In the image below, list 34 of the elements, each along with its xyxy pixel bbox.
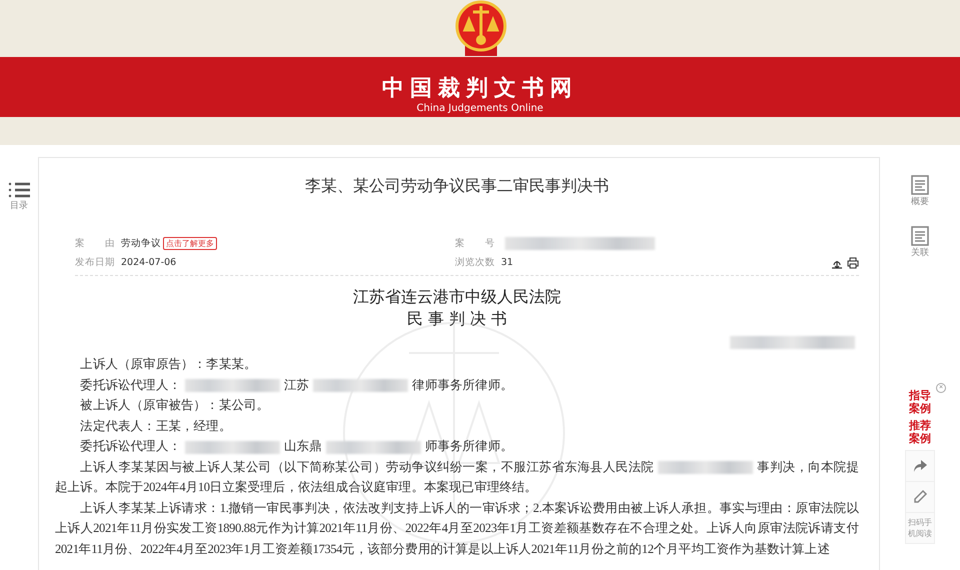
document-title: 李某、某公司劳动争议民事二审民事判决书 (304, 176, 610, 197)
side-tool-link[interactable]: 关联 (911, 226, 929, 259)
court-name: 江苏省连云港市中级人民法院 (352, 286, 562, 308)
print-icon[interactable] (847, 256, 859, 268)
meta-label: 案 号 (455, 237, 495, 250)
toc-label[interactable]: 目录 (10, 199, 28, 212)
meta-label: 发布日期 (75, 256, 115, 269)
document-icon (911, 175, 929, 195)
share-arrow-icon (912, 458, 928, 474)
share-button[interactable] (905, 450, 935, 482)
paragraph: 上诉人李某某因与被上诉人某公司（以下简称某公司）劳动争议纠纷一案，不服江苏省东海县人民法院 事判决，向本院提起上诉。本院于2024年4月10日立案受理后，依法组成合议庭审理。本案现已审理终结。 (55, 458, 859, 496)
case-link[interactable]: 推荐案例 (908, 419, 932, 445)
paragraph: 上诉人李某某上诉请求：1.撤销一审民事判决，依法改判支持上诉人的一审诉求；2.本案诉讼费用由被上诉人承担。事实与理由：原审法院以上诉人2021年11月份实发工资1890.88元作为计算2021年11月份、2022年4月至2023年1月工资差额基数存在不合理之处。上诉人向原审法院诉请支付2021年11月份、2022年4月至2023年1月工资差额17354元，该部分费用的计算是以上诉人2021年11月份之前的12个月平均工资作为基数计算上述 (55, 500, 859, 558)
numbered-list-icon[interactable] (8, 181, 30, 199)
paragraph: 法定代表人：王某，经理。 (79, 418, 232, 434)
site-title: 中国裁判文书网 (382, 76, 578, 102)
meta-value: 31 (501, 257, 514, 268)
document-type: 民 事 判 决 书 (406, 308, 508, 330)
mobile-read-button[interactable]: 扫码手机阅读 (905, 512, 935, 544)
paragraph: 被上诉人（原审被告）：某公司。 (79, 397, 270, 414)
document-icon (911, 226, 929, 246)
side-tool-link[interactable]: 概要 (911, 175, 929, 208)
site-subtitle: China Judgements Online (416, 102, 544, 115)
meta-value: 2024-07-06 (121, 257, 176, 268)
paragraph: 委托诉讼代理人： 江苏 律师事务所律师。 (79, 376, 514, 394)
paragraph: 委托诉讼代理人： 山东鼎 师事务所律师。 (79, 438, 514, 456)
pencil-icon (912, 489, 928, 505)
learn-more-link[interactable]: 点击了解更多 (163, 237, 217, 250)
meta-value: 劳动争议 (121, 237, 161, 250)
paragraph: 上诉人（原审原告）：李某某。 (79, 356, 258, 373)
meta-label: 浏览次数 (455, 256, 495, 269)
case-link[interactable]: 指导案例 (908, 389, 932, 415)
pencil-button[interactable] (905, 481, 935, 513)
meta-label: 案 由 (75, 237, 115, 250)
